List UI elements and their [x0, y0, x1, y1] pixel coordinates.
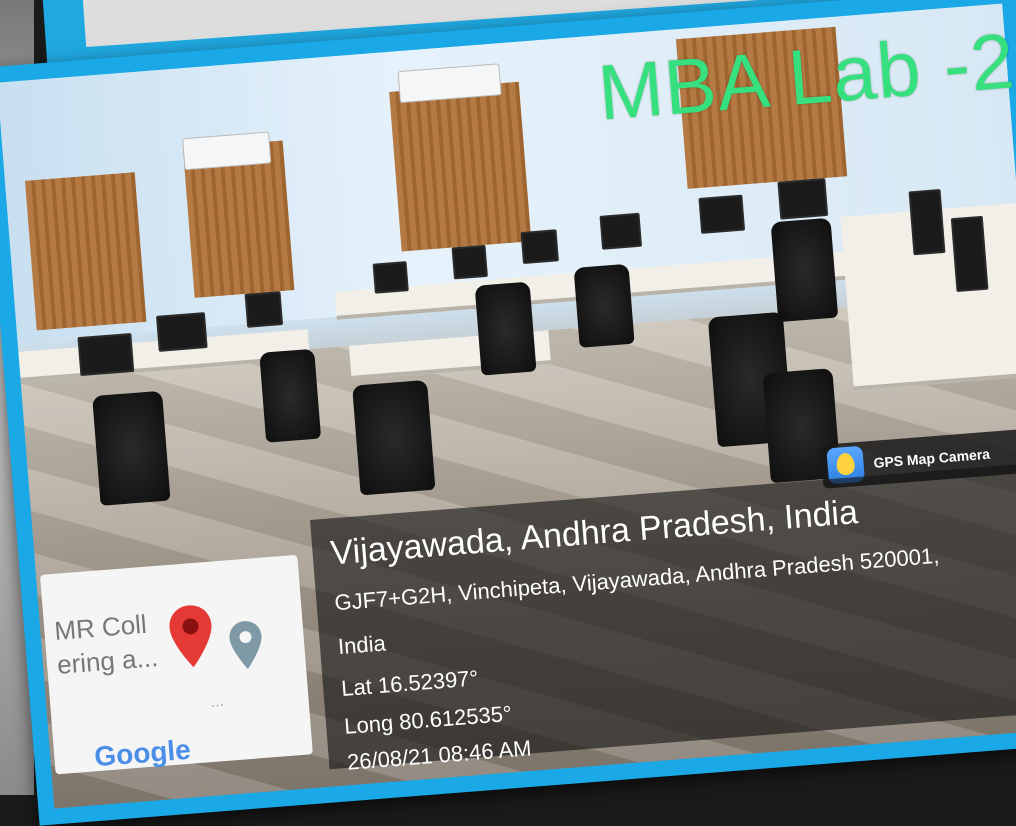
monitor [520, 229, 559, 264]
map-thumbnail: MR Coll ering a... ... Google [40, 554, 313, 775]
monitor [908, 189, 946, 256]
location-country: India [337, 630, 387, 660]
office-chair [259, 348, 322, 443]
grey-location-pin-icon [229, 621, 262, 669]
office-chair [573, 263, 635, 348]
map-place-label-line2: ering a... [55, 642, 160, 680]
monitor [77, 332, 135, 377]
location-latitude: Lat 16.52397° [340, 665, 480, 702]
air-conditioner [182, 131, 272, 171]
window-blind-left [24, 172, 147, 331]
office-chair [352, 379, 436, 496]
monitor [244, 291, 284, 328]
monitor [950, 215, 989, 293]
office-chair [92, 390, 171, 506]
location-longitude: Long 80.612535° [343, 700, 513, 739]
monitor [451, 244, 488, 280]
window-blind-middle [389, 81, 532, 252]
red-location-pin-icon [169, 605, 212, 668]
monitor [777, 178, 829, 220]
monitor [372, 261, 409, 294]
office-chair [474, 281, 537, 376]
monitor [698, 194, 746, 234]
monitor [599, 212, 643, 250]
monitor [155, 312, 208, 352]
map-place-label: MR Coll ering a... [53, 606, 159, 682]
office-chair [770, 217, 839, 323]
map-dots: ... [209, 692, 225, 711]
